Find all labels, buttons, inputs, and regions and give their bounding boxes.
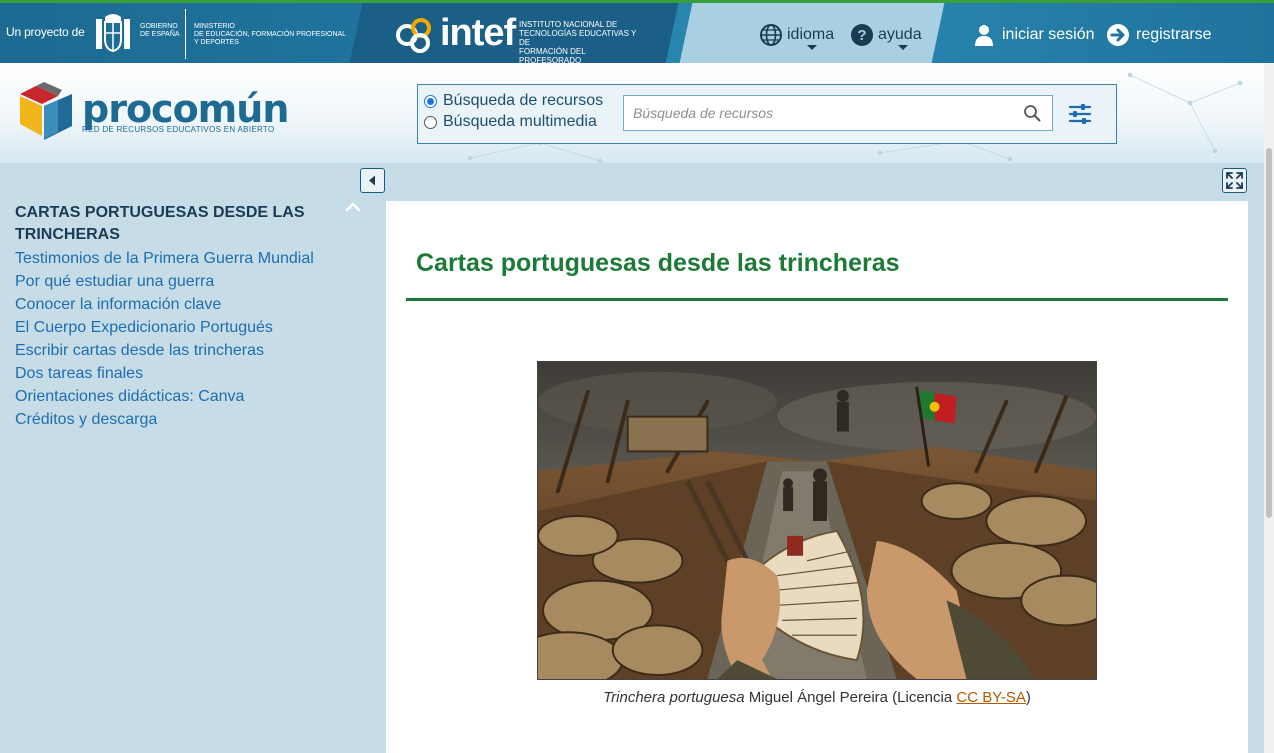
search-input[interactable] bbox=[623, 95, 1053, 131]
proyecto-label: Un proyecto de bbox=[6, 25, 85, 39]
login-button[interactable]: iniciar sesión bbox=[972, 23, 1094, 47]
collapse-sidebar-button[interactable] bbox=[360, 168, 385, 193]
procomun-wordmark[interactable]: procomún bbox=[82, 89, 289, 129]
search-panel: Búsqueda de recursos Búsqueda multimedia bbox=[417, 84, 1117, 144]
help-icon: ? bbox=[851, 24, 873, 46]
toc-item[interactable]: Conocer la información clave bbox=[15, 293, 314, 316]
intef-logo-icon bbox=[396, 18, 431, 53]
license-link[interactable]: CC BY-SA bbox=[956, 689, 1025, 706]
chevron-down-icon bbox=[898, 45, 908, 50]
language-label: idioma bbox=[787, 26, 835, 43]
content-pane: Cartas portuguesas desde las trincheras bbox=[386, 201, 1248, 753]
fullscreen-button[interactable] bbox=[1222, 168, 1247, 193]
globe-icon bbox=[760, 24, 782, 46]
expand-icon bbox=[1226, 172, 1243, 189]
toc-item[interactable]: Orientaciones didácticas: Canva bbox=[15, 385, 314, 408]
scrollbar-thumb[interactable] bbox=[1266, 148, 1272, 518]
intef-wordmark: intef bbox=[440, 12, 516, 54]
radio-multimedia-label: Búsqueda multimedia bbox=[443, 113, 597, 130]
caption-close: ) bbox=[1025, 689, 1031, 706]
procomun-tagline: RED DE RECURSOS EDUCATIVOS EN ABIERTO bbox=[82, 125, 275, 134]
caption-author: Miguel Ángel Pereira (Licencia bbox=[744, 689, 957, 706]
language-button[interactable]: idioma bbox=[759, 23, 835, 50]
toc-item[interactable]: Dos tareas finales bbox=[15, 362, 314, 385]
svg-text:?: ? bbox=[857, 27, 866, 44]
trench-illustration bbox=[537, 361, 1097, 680]
user-icon bbox=[975, 25, 993, 46]
radio-multimedia-option[interactable]: Búsqueda multimedia bbox=[424, 113, 597, 131]
radio-multimedia[interactable] bbox=[424, 115, 437, 129]
help-label: ayuda bbox=[878, 26, 922, 43]
toc-item[interactable]: Por qué estudiar una guerra bbox=[15, 270, 314, 293]
radio-recursos[interactable] bbox=[424, 94, 437, 108]
toc-item[interactable]: Escribir cartas desde las trincheras bbox=[15, 339, 314, 362]
site-header: procomún RED DE RECURSOS EDUCATIVOS EN A… bbox=[0, 63, 1264, 163]
intef-description: INSTITUTO NACIONAL DE TECNOLOGÍAS EDUCAT… bbox=[519, 20, 637, 63]
radio-recursos-option[interactable]: Búsqueda de recursos bbox=[424, 92, 603, 110]
caret-left-icon bbox=[369, 175, 375, 186]
radio-recursos-label: Búsqueda de recursos bbox=[443, 92, 604, 109]
coat-of-arms-icon bbox=[96, 14, 130, 53]
topbar-divider bbox=[185, 9, 186, 59]
toc-item[interactable]: Créditos y descarga bbox=[15, 408, 314, 431]
procomun-logo-icon[interactable] bbox=[14, 82, 78, 146]
title-divider bbox=[406, 298, 1228, 301]
page-title: Cartas portuguesas desde las trincheras bbox=[416, 249, 900, 277]
chevron-down-icon bbox=[807, 45, 817, 50]
filter-sliders-icon[interactable] bbox=[1068, 102, 1092, 126]
register-button[interactable]: registrarse bbox=[1106, 23, 1212, 47]
chevron-up-icon[interactable] bbox=[344, 200, 362, 212]
gobierno-label: GOBIERNO DE ESPAÑA bbox=[140, 23, 180, 38]
help-button[interactable]: ? ayuda bbox=[850, 23, 922, 50]
toc-title[interactable]: CARTAS PORTUGUESAS DESDE LAS TRINCHERAS bbox=[15, 202, 345, 246]
image-caption: Trinchera portuguesa Miguel Ángel Pereir… bbox=[386, 689, 1248, 706]
login-label: iniciar sesión bbox=[1002, 26, 1095, 43]
caption-title: Trinchera portuguesa bbox=[603, 689, 745, 706]
toc-item[interactable]: Testimonios de la Primera Guerra Mundial bbox=[15, 247, 314, 270]
toc-list: Testimonios de la Primera Guerra Mundial… bbox=[15, 247, 314, 431]
table-of-contents-sidebar: CARTAS PORTUGUESAS DESDE LAS TRINCHERAS … bbox=[0, 163, 386, 753]
ministerio-label: MINISTERIO DE EDUCACIÓN, FORMACIÓN PROFE… bbox=[194, 23, 347, 46]
top-bar: Un proyecto de GOBIERNO DE ESPAÑA MINIST… bbox=[0, 0, 1274, 63]
arrow-right-circle-icon bbox=[1107, 24, 1129, 46]
toc-item[interactable]: El Cuerpo Expedicionario Portugués bbox=[15, 316, 314, 339]
search-icon[interactable] bbox=[1023, 104, 1041, 122]
page-scrollbar[interactable] bbox=[1264, 63, 1274, 753]
register-label: registrarse bbox=[1136, 26, 1212, 43]
